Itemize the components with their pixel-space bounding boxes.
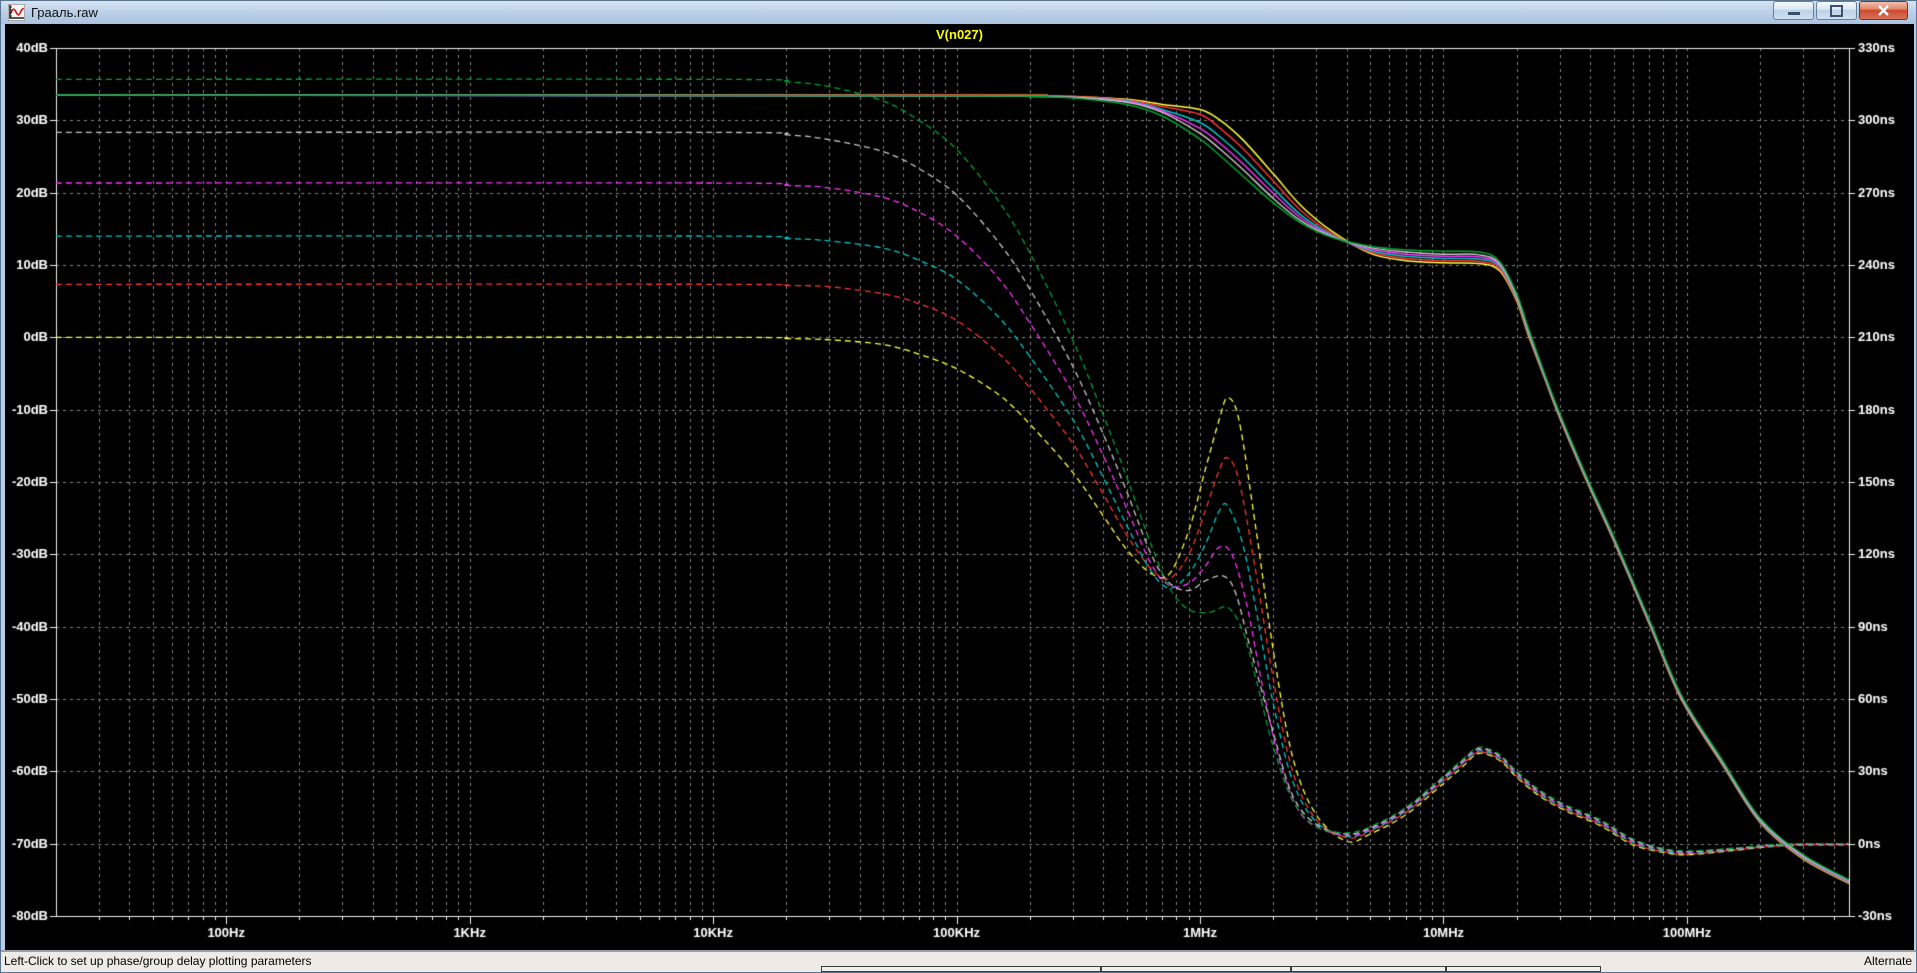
- background-window-sliver: [1, 966, 1916, 972]
- window-controls: [1771, 1, 1908, 23]
- restore-button[interactable]: [1816, 1, 1857, 20]
- plot-title[interactable]: V(n027): [5, 27, 1914, 42]
- sliver-segment: [821, 966, 1101, 972]
- sliver-segment: [1291, 966, 1446, 972]
- minimize-button[interactable]: [1773, 1, 1814, 20]
- sliver-segment: [1101, 966, 1291, 972]
- restore-icon: [1830, 4, 1843, 17]
- waveform-plot-canvas[interactable]: [5, 24, 1914, 952]
- window-title: Грааль.raw: [31, 5, 98, 20]
- close-icon: [1878, 5, 1889, 16]
- ltspice-window: Грааль.raw V(n027) Left-Click to set up …: [0, 0, 1917, 973]
- close-button[interactable]: [1859, 1, 1908, 20]
- waveform-app-icon: [7, 3, 26, 22]
- status-bar: Left-Click to set up phase/group delay p…: [1, 950, 1916, 972]
- title-bar[interactable]: Грааль.raw: [1, 1, 1916, 24]
- minimize-icon: [1787, 12, 1800, 15]
- waveform-pane: V(n027): [5, 24, 1914, 953]
- sliver-segment: [1446, 966, 1601, 972]
